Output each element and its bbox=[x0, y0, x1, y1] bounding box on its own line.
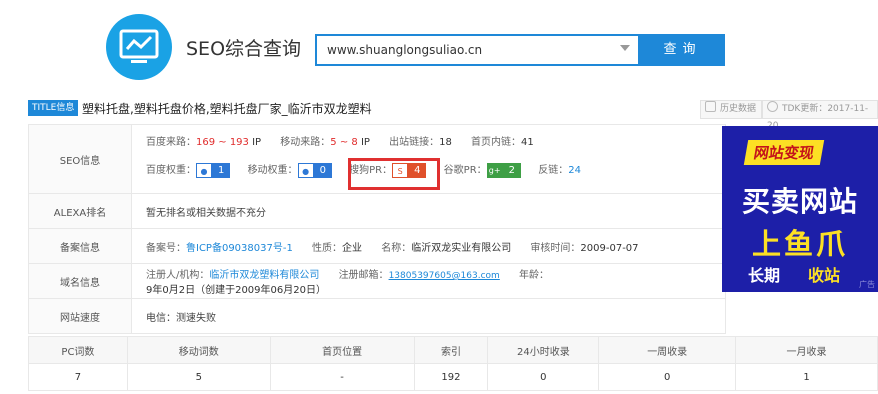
beian-label: 备案信息 bbox=[28, 228, 132, 264]
history-icon bbox=[705, 101, 716, 112]
age-label: 年龄： bbox=[519, 270, 549, 281]
stats-header: 首页位置 bbox=[269, 336, 415, 364]
mobile-source-value: 5 ~ 8 bbox=[330, 137, 358, 148]
stats-header: 一月收录 bbox=[735, 336, 878, 364]
backlink-value[interactable]: 24 bbox=[568, 165, 581, 176]
company-name-value: 临沂双龙实业有限公司 bbox=[411, 242, 512, 254]
ad-banner[interactable]: 网站变现 买卖网站 上鱼爪 长期 收站 广告 bbox=[722, 126, 878, 292]
google-plus-icon: g+ bbox=[486, 162, 503, 178]
baidu-source-label: 百度来路： bbox=[146, 137, 196, 148]
nature-label: 性质： bbox=[312, 242, 343, 254]
mobile-source-unit: IP bbox=[360, 137, 370, 148]
alexa-value: 暂无排名或相关数据不充分 bbox=[131, 193, 726, 229]
mobile-weight-badge[interactable]: ● 0 bbox=[297, 162, 332, 178]
brand-logo bbox=[106, 14, 172, 80]
baidu-source-unit: IP bbox=[252, 137, 262, 148]
outbound-label: 出站链接： bbox=[389, 137, 440, 148]
beian-content: 备案号：鲁ICP备09038037号-1 性质：企业 名称：临沂双龙实业有限公司… bbox=[131, 228, 726, 264]
domain-content: 注册人/机构：临沂市双龙塑料有限公司 注册邮箱：13805397605@163.… bbox=[131, 263, 726, 299]
dropdown-arrow-icon[interactable] bbox=[620, 45, 630, 51]
baidu-paw-icon: ● bbox=[196, 162, 212, 178]
stats-value: 0 bbox=[487, 363, 600, 391]
stats-value: - bbox=[269, 363, 415, 391]
sogou-pr-highlight bbox=[348, 158, 440, 190]
speed-value: 电信：测速失败 bbox=[131, 298, 726, 334]
speed-label: 网站速度 bbox=[28, 298, 132, 334]
age-value: 9年0月2日（创建于2009年06月20日） bbox=[146, 285, 326, 296]
ad-line3b: 收站 bbox=[808, 266, 841, 285]
baidu-source-value: 169 ~ 193 bbox=[196, 137, 249, 148]
page-title-text: 塑料托盘,塑料托盘价格,塑料托盘厂家_临沂市双龙塑料 bbox=[82, 102, 372, 116]
registrant-label: 注册人/机构： bbox=[146, 270, 210, 281]
title-info-badge: TITLE信息 bbox=[28, 100, 79, 116]
stats-value: 5 bbox=[126, 363, 271, 391]
stats-header: 索引 bbox=[413, 336, 489, 364]
stats-value: 0 bbox=[598, 363, 737, 391]
ad-line1: 买卖网站 bbox=[741, 185, 858, 218]
tdk-update-button[interactable]: TDK更新：2017-11-20 bbox=[762, 100, 878, 131]
google-pr-badge[interactable]: g+ 2 bbox=[486, 162, 522, 178]
mobile-source-label: 移动来路： bbox=[280, 137, 331, 148]
seo-info-label: SEO信息 bbox=[28, 124, 132, 194]
search-input[interactable] bbox=[317, 36, 617, 64]
beian-no-label: 备案号： bbox=[146, 242, 186, 254]
refresh-icon bbox=[767, 101, 778, 112]
alexa-label: ALEXA排名 bbox=[28, 193, 132, 229]
review-time-label: 审核时间： bbox=[530, 242, 581, 254]
google-pr-label: 谷歌PR： bbox=[443, 165, 487, 176]
stats-value: 1 bbox=[735, 363, 878, 391]
mobile-weight-label: 移动权重： bbox=[247, 165, 298, 176]
stats-value-row: 7 5 - 192 0 0 1 bbox=[28, 363, 878, 391]
domain-label: 域名信息 bbox=[28, 263, 132, 299]
baidu-weight-badge[interactable]: ● 1 bbox=[196, 162, 231, 178]
history-data-button[interactable]: 历史数据 bbox=[700, 100, 763, 119]
home-inner-value: 41 bbox=[521, 137, 534, 148]
search-box[interactable] bbox=[315, 34, 640, 66]
backlink-label: 反链： bbox=[538, 165, 569, 176]
stats-value: 7 bbox=[28, 363, 128, 391]
baidu-weight-label: 百度权重： bbox=[146, 165, 196, 176]
stats-header: 一周收录 bbox=[598, 336, 737, 364]
stats-header: PC词数 bbox=[28, 336, 128, 364]
stats-header: 移动词数 bbox=[126, 336, 271, 364]
search-button[interactable]: 查询 bbox=[640, 34, 725, 66]
ad-tag: 网站变现 bbox=[743, 140, 825, 165]
beian-no-link[interactable]: 鲁ICP备09038037号-1 bbox=[186, 243, 293, 254]
nature-value: 企业 bbox=[342, 242, 363, 254]
registrant-link[interactable]: 临沂市双龙塑料有限公司 bbox=[209, 270, 319, 281]
ad-line3a: 长期 bbox=[748, 266, 781, 285]
brand-title: SEO综合查询 bbox=[186, 38, 302, 60]
stats-header: 24小时收录 bbox=[487, 336, 600, 364]
mobile-paw-icon: ● bbox=[297, 162, 314, 178]
ad-line2: 上鱼爪 bbox=[751, 227, 848, 261]
stats-table: PC词数 移动词数 首页位置 索引 24小时收录 一周收录 一月收录 7 5 -… bbox=[28, 336, 878, 391]
seo-info-table: SEO信息 百度来路：169 ~ 193 IP 移动来路：5 ~ 8 IP 出站… bbox=[28, 124, 726, 334]
stats-header-row: PC词数 移动词数 首页位置 索引 24小时收录 一周收录 一月收录 bbox=[28, 336, 878, 364]
company-name-label: 名称： bbox=[381, 242, 412, 254]
outbound-value: 18 bbox=[439, 137, 452, 148]
home-inner-label: 首页内链： bbox=[471, 137, 522, 148]
review-time-value: 2009-07-07 bbox=[580, 242, 639, 254]
ad-note: 广告 bbox=[859, 280, 875, 289]
email-label: 注册邮箱： bbox=[338, 270, 389, 281]
chart-monitor-icon bbox=[119, 29, 159, 63]
stats-value: 192 bbox=[413, 363, 489, 391]
traffic-line: 百度来路：169 ~ 193 IP 移动来路：5 ~ 8 IP 出站链接：18 … bbox=[146, 131, 724, 155]
email-link[interactable]: 13805397605@163.com bbox=[389, 271, 500, 281]
